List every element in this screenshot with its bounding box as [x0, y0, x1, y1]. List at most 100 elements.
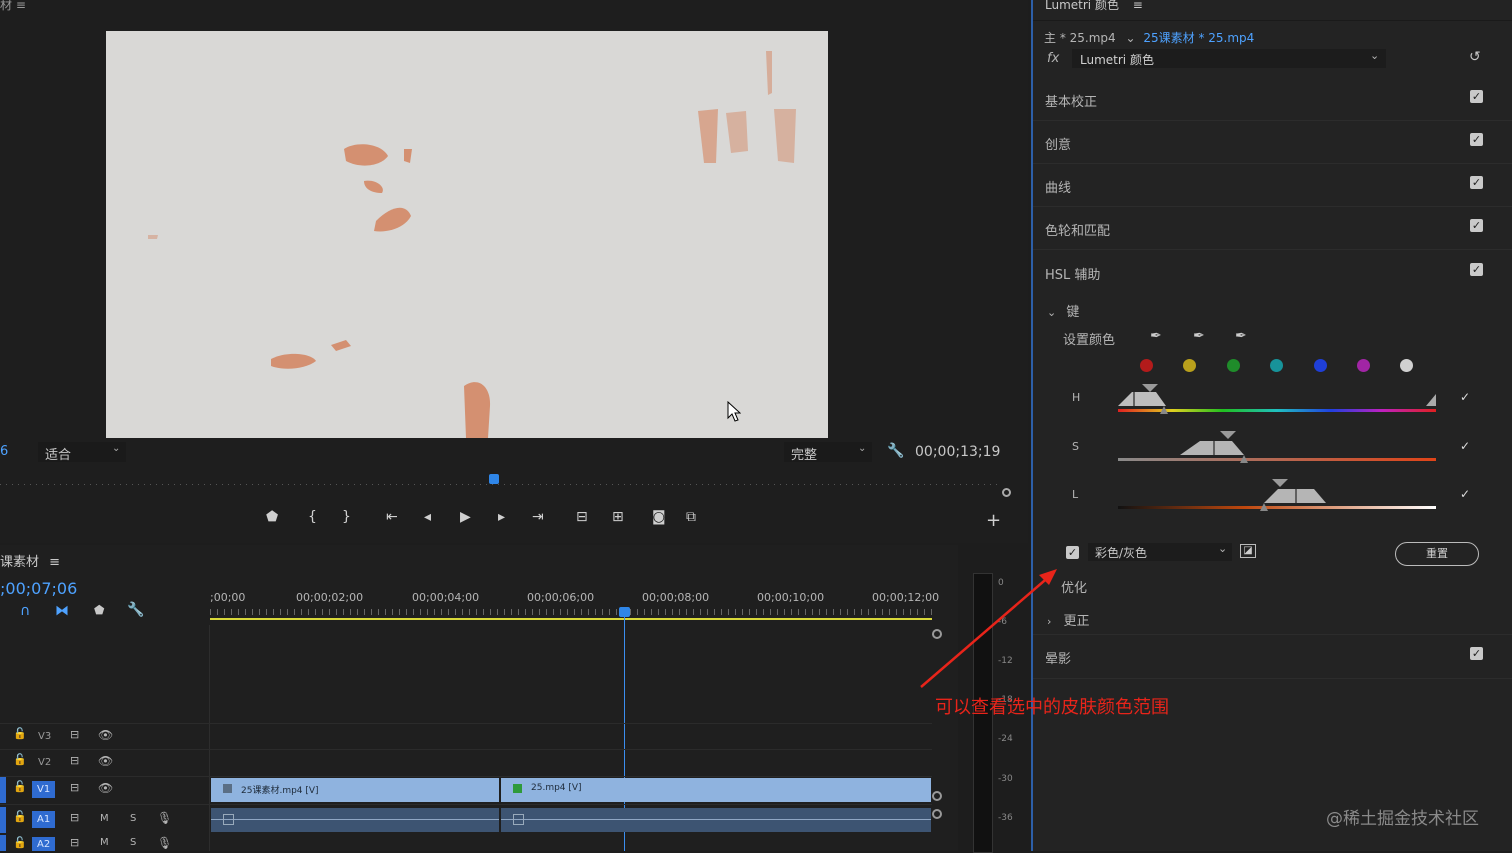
effect-dropdown[interactable]: Lumetri 颜色 ⌄ [1072, 49, 1386, 68]
vertical-scroll-handle[interactable] [932, 809, 942, 819]
color-swatch-green[interactable] [1227, 359, 1240, 372]
lock-icon[interactable]: 🔓 [13, 780, 27, 793]
hue-range-slider[interactable] [1118, 384, 1436, 416]
panel-menu-icon[interactable]: 材 ≡ [0, 0, 26, 13]
scrubber-end-handle[interactable] [1002, 488, 1011, 497]
extract-icon[interactable]: ⊞ [612, 509, 624, 525]
panel-menu-icon[interactable]: ≡ [1133, 0, 1143, 12]
step-back-icon[interactable]: ◂ [424, 509, 431, 525]
invert-mask-icon[interactable]: ◪ [1240, 544, 1256, 558]
fx-badge-icon [223, 784, 232, 793]
mute-button[interactable]: M [100, 813, 109, 824]
track-name[interactable]: A2 [32, 837, 56, 851]
scrubber-playhead[interactable] [489, 474, 499, 484]
mute-button[interactable]: M [100, 837, 109, 848]
eye-icon[interactable]: 👁 [98, 754, 113, 768]
section-creative[interactable]: 创意 ✓ [1033, 121, 1512, 164]
video-clip-2[interactable]: 25.mp4 [V] [501, 778, 931, 802]
section-checkbox[interactable]: ✓ [1470, 647, 1483, 660]
key-subsection[interactable]: ⌄ 键 [1047, 301, 1079, 320]
track-name[interactable]: A1 [32, 811, 56, 828]
mark-in-icon[interactable]: { [308, 509, 317, 525]
add-marker-icon[interactable]: ⬟ [94, 603, 104, 617]
ruler-label: 00;00;02;00 [296, 591, 364, 604]
audio-clip-1[interactable] [211, 808, 499, 832]
show-mask-checkbox[interactable]: ✓ [1066, 546, 1079, 559]
section-curves[interactable]: 曲线 ✓ [1033, 164, 1512, 207]
audio-clip-2[interactable] [501, 808, 931, 832]
section-hsl-secondary[interactable]: HSL 辅助 ✓ [1033, 251, 1512, 293]
microphone-icon[interactable]: 🎙 [157, 836, 172, 850]
play-icon[interactable]: ▶ [460, 509, 471, 525]
fit-dropdown[interactable]: 适合 ⌄ [38, 442, 126, 463]
mark-out-icon[interactable]: } [342, 509, 351, 525]
lock-icon[interactable]: 🔓 [13, 727, 27, 740]
program-scrubber[interactable] [0, 474, 1011, 497]
panel-title[interactable]: Lumetri 颜色 ≡ [1045, 0, 1143, 13]
timeline-playhead-handle[interactable] [619, 607, 630, 617]
compare-icon[interactable]: ⧉ [686, 509, 696, 525]
color-swatch-red[interactable] [1140, 359, 1153, 372]
section-checkbox[interactable]: ✓ [1470, 219, 1483, 232]
section-color-wheels[interactable]: 色轮和匹配 ✓ [1033, 207, 1512, 250]
tab-menu-icon[interactable]: ≡ [49, 555, 60, 570]
solo-button[interactable]: S [130, 837, 136, 848]
add-marker-icon[interactable]: ⬟ [266, 509, 278, 525]
vertical-scroll-handle[interactable] [932, 791, 942, 801]
sync-lock-icon[interactable]: ⊟ [70, 811, 79, 824]
sequence-label[interactable]: 25课素材 * 25.mp4 [1143, 31, 1254, 45]
section-basic-correction[interactable]: 基本校正 ✓ [1033, 78, 1512, 121]
linked-selection-icon[interactable]: ⧓ [55, 603, 69, 619]
luminance-enable-check-icon[interactable]: ✓ [1460, 487, 1470, 501]
lock-icon[interactable]: 🔓 [13, 836, 27, 849]
color-swatch-white[interactable] [1400, 359, 1413, 372]
work-area-bar[interactable] [210, 618, 932, 620]
reset-button[interactable]: 重置 [1395, 542, 1479, 566]
color-swatch-yellow[interactable] [1183, 359, 1196, 372]
add-button-icon[interactable]: + [986, 510, 1001, 531]
video-clip-1[interactable]: 25课素材.mp4 [V] [211, 778, 499, 802]
color-swatch-magenta[interactable] [1357, 359, 1370, 372]
eye-icon[interactable]: 👁 [98, 781, 113, 795]
source-clip-label[interactable]: 主 * 25.mp4 ⌄ 25课素材 * 25.mp4 [1044, 29, 1254, 46]
chevron-down-icon[interactable]: ⌄ [1125, 31, 1135, 45]
section-checkbox[interactable]: ✓ [1470, 90, 1483, 103]
camera-icon[interactable]: ◙ [652, 509, 666, 525]
color-swatch-blue[interactable] [1314, 359, 1327, 372]
color-swatch-cyan[interactable] [1270, 359, 1283, 372]
sync-lock-icon[interactable]: ⊟ [70, 781, 79, 794]
sync-lock-icon[interactable]: ⊟ [70, 836, 79, 849]
reset-effect-icon[interactable]: ↺ [1469, 49, 1481, 65]
snap-icon[interactable]: ∩ [20, 603, 30, 619]
solo-button[interactable]: S [130, 813, 136, 824]
lift-icon[interactable]: ⊟ [576, 509, 588, 525]
section-checkbox[interactable]: ✓ [1470, 133, 1483, 146]
eyedropper-icon[interactable]: ✒ [1150, 328, 1162, 344]
microphone-icon[interactable]: 🎙 [157, 811, 172, 825]
go-to-in-icon[interactable]: ⇤ [386, 509, 398, 525]
timeline-tab[interactable]: 课素材 ≡ [0, 551, 60, 570]
section-checkbox[interactable]: ✓ [1470, 263, 1483, 276]
eye-icon[interactable]: 👁 [98, 728, 113, 742]
saturation-enable-check-icon[interactable]: ✓ [1460, 439, 1470, 453]
lock-icon[interactable]: 🔓 [13, 810, 27, 823]
lock-icon[interactable]: 🔓 [13, 753, 27, 766]
quality-dropdown[interactable]: 完整 ⌄ [784, 442, 872, 463]
settings-wrench-icon[interactable]: 🔧 [127, 602, 144, 618]
section-vignette[interactable]: 晕影 ✓ [1033, 635, 1512, 677]
sync-lock-icon[interactable]: ⊟ [70, 754, 79, 767]
section-checkbox[interactable]: ✓ [1470, 176, 1483, 189]
timeline-timecode[interactable]: ;00;07;06 [0, 579, 77, 598]
step-forward-icon[interactable]: ▸ [498, 509, 505, 525]
eyedropper-subtract-icon[interactable]: ✒ [1235, 328, 1247, 344]
display-mode-dropdown[interactable]: 彩色/灰色 ⌄ [1088, 542, 1232, 561]
track-name[interactable]: V1 [32, 781, 56, 798]
hue-enable-check-icon[interactable]: ✓ [1460, 390, 1470, 404]
go-to-out-icon[interactable]: ⇥ [532, 509, 544, 525]
saturation-range-slider[interactable] [1118, 431, 1436, 467]
luminance-range-slider[interactable] [1118, 479, 1436, 515]
sync-lock-icon[interactable]: ⊟ [70, 728, 79, 741]
wrench-icon[interactable]: 🔧 [887, 443, 904, 459]
eyedropper-add-icon[interactable]: ✒ [1193, 328, 1205, 344]
time-ruler[interactable]: ;00;00 00;00;02;00 00;00;04;00 00;00;06;… [210, 591, 939, 621]
